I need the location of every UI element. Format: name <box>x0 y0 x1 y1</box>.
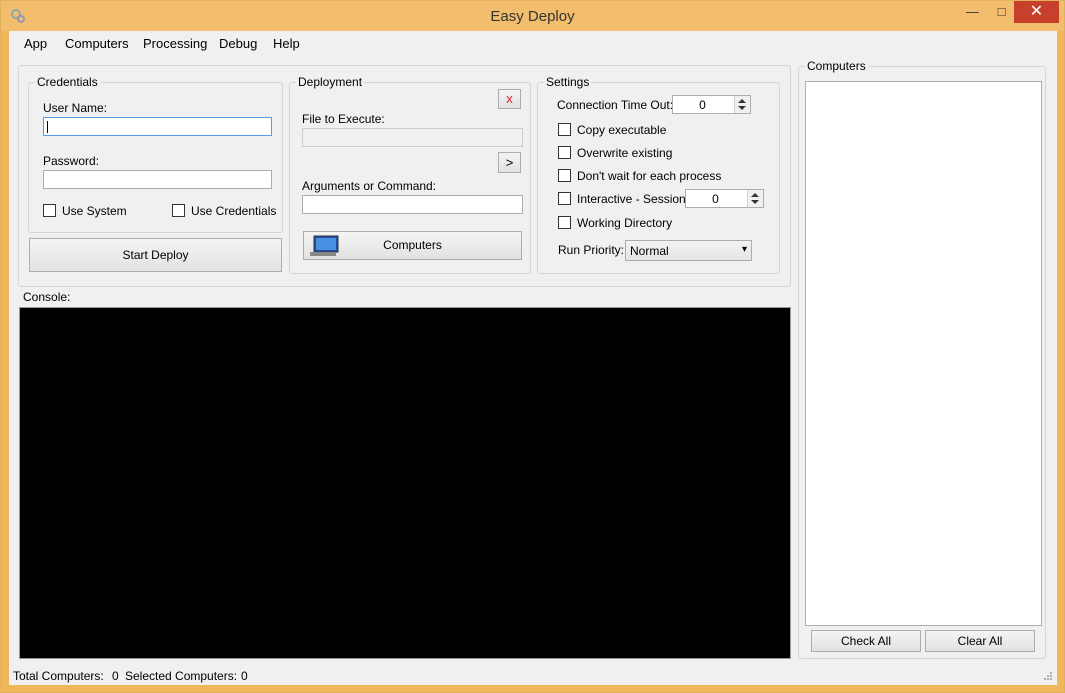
connection-timeout-stepper[interactable]: 0 <box>672 95 751 114</box>
credentials-title: Credentials <box>37 75 98 89</box>
menu-processing[interactable]: Processing <box>143 36 207 51</box>
checkbox-box[interactable] <box>558 192 571 205</box>
copy-executable-checkbox[interactable]: Copy executable <box>558 123 708 137</box>
console-output[interactable] <box>19 307 791 659</box>
username-label: User Name: <box>43 101 108 115</box>
username-input[interactable] <box>43 117 272 136</box>
stepper-arrows[interactable] <box>734 96 750 113</box>
computers-list[interactable] <box>805 81 1042 626</box>
computers-title: Computers <box>807 59 866 73</box>
arrow-down-icon[interactable] <box>751 200 759 204</box>
checkbox-box[interactable] <box>558 216 571 229</box>
resize-grip-icon[interactable] <box>1043 671 1053 681</box>
use-system-label: Use System <box>62 204 127 218</box>
checkbox-box[interactable] <box>43 204 56 217</box>
working-directory-checkbox[interactable]: Working Directory <box>558 216 708 230</box>
menu-app[interactable]: App <box>24 36 47 51</box>
password-input[interactable] <box>43 170 272 189</box>
settings-title: Settings <box>546 75 590 89</box>
interactive-session-checkbox[interactable]: Interactive - Session: <box>558 192 690 206</box>
close-button[interactable]: ✕ <box>1014 1 1059 23</box>
total-computers-label: Total Computers: <box>13 669 104 683</box>
arrow-up-icon[interactable] <box>751 193 759 197</box>
file-to-execute-label: File to Execute: <box>302 112 385 126</box>
interactive-session-label: Interactive - Session: <box>577 192 690 206</box>
connection-timeout-value: 0 <box>699 98 706 112</box>
minimize-button[interactable]: — <box>958 1 987 23</box>
select-computers-label: Computers <box>383 238 442 252</box>
connection-timeout-label: Connection Time Out: <box>557 98 674 112</box>
window-title: Easy Deploy <box>490 8 575 25</box>
stepper-arrows[interactable] <box>747 190 763 207</box>
check-all-button[interactable]: Check All <box>811 630 921 652</box>
use-system-checkbox[interactable]: Use System <box>43 204 153 218</box>
menu-bar: App Computers Processing Debug Help <box>9 31 1057 55</box>
selected-computers-label: Selected Computers: <box>125 669 238 683</box>
checkbox-box[interactable] <box>558 169 571 182</box>
arguments-input[interactable] <box>302 195 523 214</box>
session-value: 0 <box>712 192 719 206</box>
overwrite-existing-checkbox[interactable]: Overwrite existing <box>558 146 708 160</box>
run-priority-label: Run Priority: <box>558 243 625 257</box>
clear-all-button[interactable]: Clear All <box>925 630 1035 652</box>
menu-computers[interactable]: Computers <box>65 36 129 51</box>
title-bar[interactable]: Easy Deploy — □ ✕ <box>1 1 1064 31</box>
status-bar: Total Computers: 0 Selected Computers: 0 <box>9 665 1057 685</box>
dont-wait-label: Don't wait for each process <box>577 169 722 183</box>
copy-executable-label: Copy executable <box>577 123 667 137</box>
start-deploy-button[interactable]: Start Deploy <box>29 238 282 272</box>
total-computers-value: 0 <box>112 669 119 683</box>
maximize-button[interactable]: □ <box>987 1 1016 23</box>
menu-help[interactable]: Help <box>273 36 300 51</box>
browse-file-button[interactable]: > <box>498 152 521 173</box>
menu-debug[interactable]: Debug <box>219 36 257 51</box>
use-credentials-label: Use Credentials <box>191 204 277 218</box>
password-label: Password: <box>43 154 100 168</box>
text-caret <box>47 121 48 133</box>
working-directory-label: Working Directory <box>577 216 673 230</box>
select-computers-button[interactable]: Computers <box>303 231 522 260</box>
deployment-title: Deployment <box>298 75 363 89</box>
computer-monitor-icon <box>310 235 339 256</box>
file-to-execute-input[interactable] <box>302 128 523 147</box>
client-area: App Computers Processing Debug Help Cred… <box>9 31 1057 685</box>
arrow-up-icon[interactable] <box>738 99 746 103</box>
run-priority-select[interactable]: Normal ▾ <box>625 240 752 261</box>
checkbox-box[interactable] <box>558 146 571 159</box>
arguments-label: Arguments or Command: <box>302 179 437 193</box>
selected-computers-value: 0 <box>241 669 248 683</box>
chevron-down-icon: ▾ <box>741 244 747 255</box>
checkbox-box[interactable] <box>558 123 571 136</box>
overwrite-existing-label: Overwrite existing <box>577 146 673 160</box>
session-stepper[interactable]: 0 <box>685 189 764 208</box>
dont-wait-checkbox[interactable]: Don't wait for each process <box>558 169 748 183</box>
use-credentials-checkbox[interactable]: Use Credentials <box>172 204 276 218</box>
run-priority-value: Normal <box>630 244 669 258</box>
checkbox-box[interactable] <box>172 204 185 217</box>
clear-file-button[interactable]: x <box>498 89 521 109</box>
app-window: Easy Deploy — □ ✕ App Computers Processi… <box>0 0 1065 693</box>
arrow-down-icon[interactable] <box>738 106 746 110</box>
console-label: Console: <box>23 290 71 304</box>
